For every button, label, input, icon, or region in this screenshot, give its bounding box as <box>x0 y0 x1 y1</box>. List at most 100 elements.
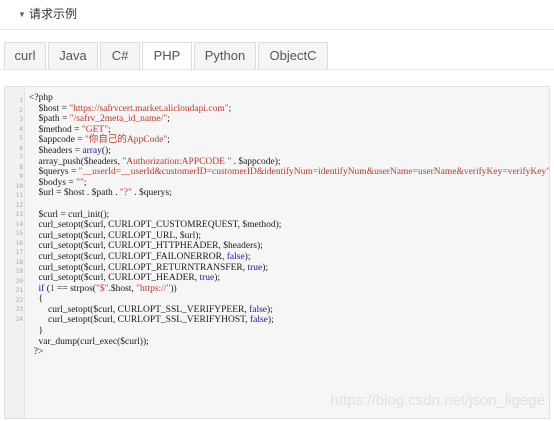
code-token: $url = $host . $path . <box>29 188 120 199</box>
line-number: 16 <box>15 239 23 247</box>
code-line: curl_setopt($curl, CURLOPT_CUSTOMREQUEST… <box>29 220 549 231</box>
code-token: ); <box>244 251 251 262</box>
code-token: "" <box>76 177 84 188</box>
code-token: curl_setopt($curl, CURLOPT_HEADER, <box>29 273 200 284</box>
code-token: $path = <box>29 114 70 125</box>
code-line: <?php <box>29 93 549 104</box>
code-token: ; <box>228 103 232 114</box>
line-number: 15 <box>15 230 23 237</box>
language-tabs: curl Java C# PHP Python ObjectC <box>4 42 330 70</box>
code-token: "/safrv_2meta_id_name/" <box>69 114 168 125</box>
code-token: curl_setopt($curl, CURLOPT_CUSTOMREQUEST… <box>29 220 282 231</box>
code-line: curl_setopt($curl, CURLOPT_SSL_VERIFYHOS… <box>29 315 549 326</box>
line-number: 23 <box>15 306 23 313</box>
code-token: $curl = curl_init(); <box>29 209 110 220</box>
code-line: array_push($headers, "Authorization:APPC… <box>29 156 549 168</box>
code-token: $bodys = <box>29 177 77 188</box>
code-line: curl_setopt($curl, CURLOPT_RETURNTRANSFE… <box>29 262 549 274</box>
code-token: .$host, <box>108 283 137 294</box>
line-number: 2 <box>19 106 23 114</box>
code-token: <?php <box>29 93 53 103</box>
code-token: ); <box>262 262 269 273</box>
code-token: curl_setopt($curl, CURLOPT_URL, $url); <box>29 230 202 241</box>
line-number: 22 <box>15 296 23 304</box>
tab-php[interactable]: PHP <box>142 42 192 70</box>
line-number: 3 <box>19 116 23 123</box>
code-token: curl_setopt($curl, CURLOPT_HTTPHEADER, $… <box>29 241 263 252</box>
line-number: 19 <box>15 268 23 275</box>
code-token: array_push($headers, <box>29 156 123 167</box>
request-example-header[interactable]: ▼ 请求示例 <box>0 0 554 30</box>
line-number-gutter: 1 2 3 4 5 6 7 8 9 10 11 12 13 14 15 16 17 18 19 20 21 22 23 24 <box>5 87 25 418</box>
line-number: 10 <box>15 182 23 190</box>
code-token: ?> <box>29 347 44 358</box>
line-number: 6 <box>19 144 23 152</box>
code-token: ; <box>167 114 170 125</box>
code-line: $url = $host . $path . "?" . $querys; <box>29 188 549 199</box>
code-token: "https://" <box>136 283 171 294</box>
code-token: curl_setopt($curl, CURLOPT_RETURNTRANSFE… <box>29 262 248 273</box>
code-token: ); <box>267 315 274 326</box>
tab-csharp[interactable]: C# <box>100 42 140 70</box>
code-token: true <box>199 273 215 284</box>
code-line: curl_setopt($curl, CURLOPT_HEADER, true)… <box>29 273 549 284</box>
tab-divider <box>0 69 554 70</box>
code-token: curl_setopt($curl, CURLOPT_SSL_VERIFYHOS… <box>29 315 250 326</box>
code-token: { <box>29 294 44 305</box>
watermark: https://blog.csdn.net/json_ligege <box>330 392 545 409</box>
line-number: 21 <box>15 287 23 294</box>
code-line: curl_setopt($curl, CURLOPT_HTTPHEADER, $… <box>29 241 549 252</box>
code-line: $querys = "__userId=__userId&customerID=… <box>29 167 550 178</box>
code-token: $appcode = <box>29 135 86 146</box>
code-line: ?> <box>29 347 549 358</box>
code-token: "$" <box>95 283 109 294</box>
code-line: } <box>29 326 549 337</box>
code-token: $querys = <box>29 167 79 178</box>
code-token: "?" <box>119 188 132 199</box>
code-token: curl_setopt($curl, CURLOPT_SSL_VERIFYPEE… <box>29 304 250 315</box>
line-number: 1 <box>19 97 23 104</box>
code-token: var_dump(curl_exec($curl)); <box>29 336 149 347</box>
code-token: . $appcode); <box>231 156 281 167</box>
code-token: ); <box>267 304 273 315</box>
line-number: 8 <box>19 163 23 171</box>
code-token: array <box>82 145 102 156</box>
code-line: $host = "https://safrvcert.market.aliclo… <box>29 103 549 115</box>
code-line: $appcode = "你自己的AppCode"; <box>29 135 549 146</box>
code-token: $host = <box>29 103 70 114</box>
code-token: $headers = <box>29 145 83 156</box>
line-number: 11 <box>15 192 23 199</box>
code-token: )) <box>170 283 177 294</box>
code-token: ); <box>214 273 221 284</box>
code-line: if (1 == strpos("$".$host, "https://")) <box>29 283 549 295</box>
tab-python[interactable]: Python <box>194 42 256 70</box>
code-line: $curl = curl_init(); <box>29 209 549 221</box>
code-token: ; <box>108 124 111 135</box>
tab-curl[interactable]: curl <box>4 42 46 70</box>
code-token: "https://safrvcert.market.alicloudapi.co… <box>69 103 229 114</box>
code-token: "Authorization:APPCODE " <box>122 156 232 167</box>
code-token: false <box>249 315 268 326</box>
code-token: ; <box>83 177 87 188</box>
line-number: 12 <box>15 201 23 209</box>
code-block[interactable]: 1 2 3 4 5 6 7 8 9 10 11 12 13 14 15 16 17 18 19 20 21 22 23 24 … <box>4 86 550 419</box>
caret-down-icon[interactable]: ▼ <box>18 10 26 20</box>
code-token: true <box>247 262 263 273</box>
code-line: $bodys = ""; <box>29 177 549 189</box>
line-number: 20 <box>15 277 23 285</box>
code-line: $path = "/safrv_2meta_id_name/"; <box>29 114 549 125</box>
code-line: var_dump(curl_exec($curl)); <box>29 336 549 348</box>
tab-java[interactable]: Java <box>48 42 98 70</box>
code-token: ; <box>167 135 170 146</box>
code-token: $method = <box>29 124 82 135</box>
tab-objectc[interactable]: ObjectC <box>258 42 328 70</box>
code-line: curl_setopt($curl, CURLOPT_FAILONERROR, … <box>29 251 549 263</box>
code-token: "GET" <box>81 124 109 135</box>
code-line: { <box>29 294 549 305</box>
code-token: } <box>29 326 44 337</box>
line-number: 7 <box>19 154 23 161</box>
code-token: "__userId=__userId&customerID=customerID… <box>78 167 550 178</box>
code-token: curl_setopt($curl, CURLOPT_FAILONERROR, <box>29 251 227 262</box>
